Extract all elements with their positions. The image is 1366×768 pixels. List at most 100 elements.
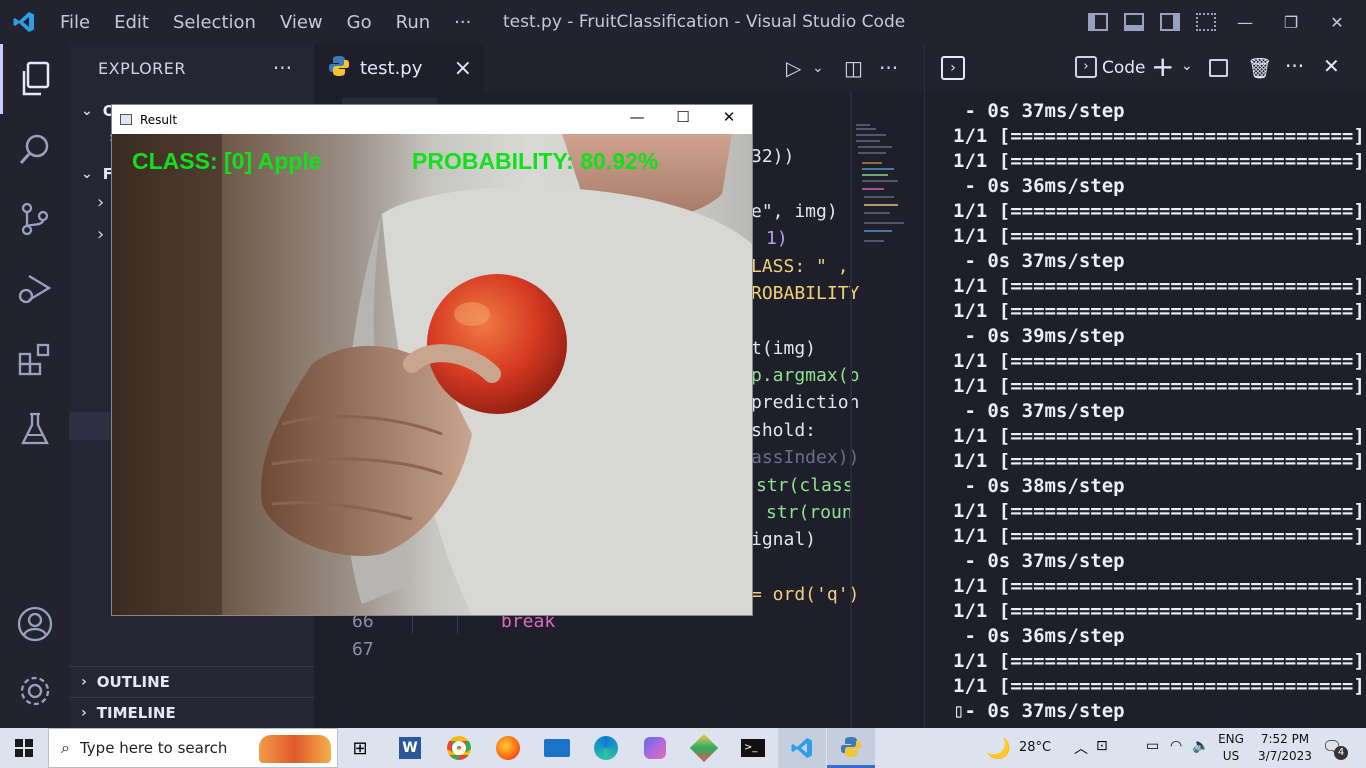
tray-network-icon[interactable]: ⊡ bbox=[1096, 738, 1108, 754]
copilot-app-icon[interactable] bbox=[631, 728, 679, 768]
chrome-app-icon[interactable] bbox=[435, 728, 483, 768]
editor-more-actions-icon[interactable]: ··· bbox=[879, 56, 898, 80]
menu-selection[interactable]: Selection bbox=[161, 12, 268, 33]
input-region[interactable]: US bbox=[1218, 749, 1244, 763]
chevron-down-icon: ⌄ bbox=[81, 166, 93, 182]
terminal-line: 1/1 [==============================] bbox=[953, 300, 1365, 322]
split-terminal-icon[interactable] bbox=[1209, 59, 1228, 77]
taskbar-search-box[interactable]: ⌕ Type here to search bbox=[48, 728, 338, 768]
code-fragment: t(img) bbox=[751, 338, 817, 359]
new-terminal-plus-icon[interactable]: + bbox=[1151, 50, 1174, 83]
code-fragment: = ord('q') bbox=[751, 584, 860, 605]
prediction-probability-label: PROBABILITY: 80.92% bbox=[412, 148, 659, 174]
mail-app-icon[interactable] bbox=[533, 728, 581, 768]
minimize-icon[interactable]: — bbox=[1222, 13, 1268, 32]
result-close-icon[interactable]: ✕ bbox=[706, 108, 752, 126]
run-dropdown-chevron-icon[interactable]: ⌄ bbox=[812, 60, 824, 76]
tray-chevron-up-icon[interactable]: ︿ bbox=[1074, 738, 1088, 758]
editor-tab-bar: test.py × ▷ ⌄ ◫ ··· bbox=[314, 44, 924, 92]
chevron-right-icon: › bbox=[81, 673, 87, 690]
terminal-output[interactable]: - 0s 37ms/step 1/1 [====================… bbox=[924, 92, 1366, 728]
terminal-line-cursor: ▯- 0s 37ms/step bbox=[953, 700, 1125, 722]
toggle-primary-sidebar-icon[interactable] bbox=[1088, 13, 1108, 31]
terminal-dropdown-chevron-icon[interactable]: ⌄ bbox=[1181, 58, 1193, 74]
menu-edit[interactable]: Edit bbox=[102, 12, 161, 33]
search-highlight-people-icon bbox=[259, 735, 331, 763]
clock-time[interactable]: 7:52 PM bbox=[1252, 732, 1318, 746]
terminal-line: 1/1 [==============================] bbox=[953, 275, 1365, 297]
editor-scrollbar[interactable] bbox=[850, 92, 852, 728]
git-app-icon[interactable] bbox=[680, 728, 728, 768]
tab-test-py[interactable]: test.py × bbox=[314, 44, 484, 92]
tab-close-icon[interactable]: × bbox=[454, 56, 472, 81]
result-window[interactable]: Result — ☐ ✕ CLASS: [0] Apple PROBABILIT… bbox=[112, 105, 752, 615]
code-fragment: 32)) bbox=[751, 146, 795, 167]
terminal-line: 1/1 [==============================] bbox=[953, 225, 1365, 247]
kill-terminal-trash-icon[interactable]: 🗑 bbox=[1247, 56, 1272, 80]
chevron-down-icon: ⌄ bbox=[81, 103, 93, 119]
window-title: test.py - FruitClassification - Visual S… bbox=[503, 12, 906, 32]
code-fragment: assIndex)) bbox=[751, 447, 860, 468]
menu-run[interactable]: Run bbox=[384, 12, 443, 33]
vscode-app-icon[interactable] bbox=[778, 728, 826, 768]
folder-chevron-right-icon[interactable]: › bbox=[97, 224, 104, 245]
weather-temperature[interactable]: 28°C bbox=[1019, 740, 1051, 755]
explorer-more-actions[interactable]: ··· bbox=[273, 56, 292, 80]
customize-layout-icon[interactable] bbox=[1196, 13, 1216, 31]
code-fragment: ignal) bbox=[751, 529, 817, 550]
source-control-icon[interactable] bbox=[0, 184, 69, 254]
python-app-icon[interactable] bbox=[827, 728, 875, 768]
menu-more[interactable]: ··· bbox=[442, 12, 483, 33]
result-maximize-icon[interactable]: ☐ bbox=[660, 108, 706, 126]
result-minimize-icon[interactable]: — bbox=[614, 108, 660, 126]
windows-start-icon[interactable] bbox=[0, 728, 48, 768]
toggle-secondary-sidebar-icon[interactable] bbox=[1160, 13, 1180, 31]
terminal-more-actions-icon[interactable]: ··· bbox=[1285, 54, 1304, 78]
testing-flask-icon[interactable] bbox=[0, 394, 69, 464]
task-view-icon[interactable]: ⊞ bbox=[336, 728, 384, 768]
toggle-panel-icon[interactable] bbox=[1124, 13, 1144, 31]
restore-icon[interactable]: ❐ bbox=[1268, 13, 1314, 32]
accounts-icon[interactable] bbox=[0, 589, 69, 659]
menu-file[interactable]: File bbox=[48, 12, 102, 33]
tray-battery-icon[interactable]: ▭ bbox=[1146, 738, 1159, 754]
terminal-line: 1/1 [==============================] bbox=[953, 450, 1365, 472]
word-app-icon[interactable]: W bbox=[386, 728, 434, 768]
input-language[interactable]: ENG bbox=[1218, 732, 1244, 746]
firefox-app-icon[interactable] bbox=[484, 728, 532, 768]
menu-go[interactable]: Go bbox=[335, 12, 384, 33]
edge-app-icon[interactable] bbox=[582, 728, 630, 768]
run-python-file-icon[interactable]: ▷ bbox=[786, 56, 801, 80]
terminal-profile-label[interactable]: Code bbox=[1102, 58, 1146, 78]
extensions-icon[interactable] bbox=[0, 324, 69, 394]
section-timeline[interactable]: › TIMELINE bbox=[69, 697, 314, 727]
clock-date[interactable]: 3/7/2023 bbox=[1252, 749, 1318, 763]
result-window-title: Result bbox=[140, 112, 178, 127]
terminal-line: - 0s 39ms/step bbox=[953, 325, 1125, 347]
close-window-icon[interactable]: ✕ bbox=[1314, 13, 1360, 32]
tray-wifi-icon[interactable]: ◠ bbox=[1170, 738, 1182, 754]
close-panel-icon[interactable]: ✕ bbox=[1323, 54, 1340, 78]
terminal-line: 1/1 [==============================] bbox=[953, 350, 1365, 372]
terminal-panel-header: › › Code + ⌄ 🗑 ··· ✕ bbox=[924, 44, 1366, 92]
result-window-icon bbox=[120, 114, 132, 125]
terminal-line: 1/1 [==============================] bbox=[953, 675, 1365, 697]
terminal-icon[interactable]: › bbox=[941, 56, 965, 80]
weather-moon-icon[interactable]: 🌙 bbox=[986, 736, 1011, 760]
menu-view[interactable]: View bbox=[268, 12, 335, 33]
search-icon[interactable] bbox=[0, 114, 69, 184]
terminal-app-icon[interactable]: >_ bbox=[729, 728, 777, 768]
section-outline[interactable]: › OUTLINE bbox=[69, 666, 314, 696]
split-editor-icon[interactable]: ◫ bbox=[844, 56, 863, 80]
run-debug-icon[interactable] bbox=[0, 254, 69, 324]
line-number: 67 bbox=[352, 639, 374, 660]
activity-bar bbox=[0, 44, 69, 728]
explorer-icon[interactable] bbox=[0, 44, 69, 114]
terminal-line: 1/1 [==============================] bbox=[953, 650, 1365, 672]
code-fragment: ROBABILITY bbox=[751, 283, 860, 304]
folder-chevron-right-icon[interactable]: › bbox=[97, 192, 104, 213]
vscode-logo-icon[interactable] bbox=[0, 0, 48, 44]
settings-gear-icon[interactable] bbox=[0, 656, 69, 726]
minimap[interactable] bbox=[854, 122, 904, 262]
tray-volume-icon[interactable]: 🔈 bbox=[1192, 738, 1209, 754]
